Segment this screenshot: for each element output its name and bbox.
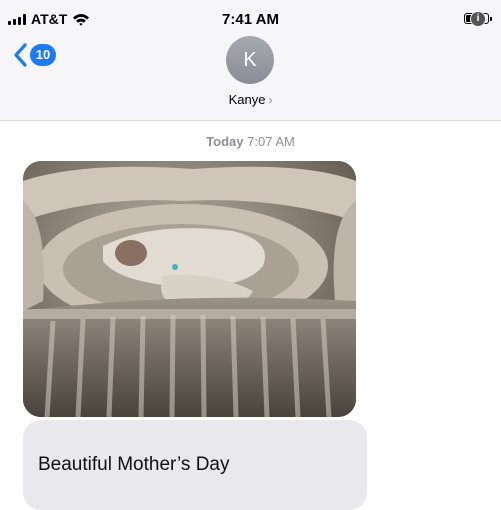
timestamp-day: Today [206,134,244,149]
text-message-bubble[interactable]: Beautiful Mother’s Day [23,420,367,510]
timestamp-time: 7:07 AM [247,134,295,149]
status-bar: AT&T 7:41 AM i [0,0,501,32]
conversation-header: AT&T 7:41 AM i 10 K Kanye › [0,0,501,121]
baby-in-crib-photo [23,161,356,417]
chevron-right-icon: › [268,93,273,107]
back-chevron-icon [14,43,27,67]
contact-name: Kanye [228,92,266,107]
contact-name-button[interactable]: Kanye › [0,92,501,107]
contact-avatar[interactable]: K [226,36,274,84]
unread-count-badge: 10 [30,44,56,66]
battery-icon: i [464,11,492,27]
photo-message[interactable] [23,161,356,417]
message-timestamp: Today 7:07 AM [0,134,501,149]
message-text: Beautiful Mother’s Day [38,454,230,475]
back-button[interactable]: 10 [12,42,56,68]
battery-info-badge: i [470,11,486,27]
status-time: 7:41 AM [222,11,279,28]
